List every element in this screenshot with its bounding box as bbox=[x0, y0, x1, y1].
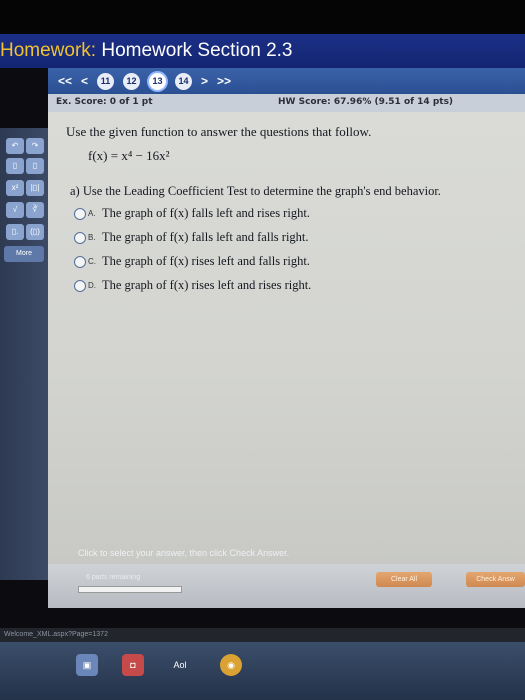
top-dark-bezel bbox=[0, 0, 525, 34]
instruction-hint: Click to select your answer, then click … bbox=[78, 548, 290, 558]
question-content: Use the given function to answer the que… bbox=[48, 112, 525, 580]
answer-choice-b[interactable]: B. The graph of f(x) falls left and fall… bbox=[74, 230, 309, 245]
redo-tool-icon[interactable]: ↷ bbox=[26, 138, 44, 154]
window-title-bar: Homework: Homework Section 2.3 bbox=[0, 34, 525, 68]
decimal-tool-icon[interactable]: ▯. bbox=[6, 224, 24, 240]
choice-text: The graph of f(x) falls left and falls r… bbox=[102, 230, 309, 244]
mixed-number-tool-icon[interactable]: ▯ bbox=[26, 158, 44, 174]
aol-icon[interactable]: Aol bbox=[166, 654, 194, 676]
answer-bottom-bar: 6 parts remaining Clear All Check Answ bbox=[48, 564, 525, 608]
fraction-tool-icon[interactable]: ▯ bbox=[6, 158, 24, 174]
parts-progress-bar bbox=[78, 586, 182, 593]
question-12-button[interactable]: 12 bbox=[123, 72, 141, 90]
math-tools-sidebar: ↶ ↷ ▯ ▯ x² |▯| √ ∛ ▯. (▯) More bbox=[0, 128, 48, 580]
question-nav-bar: << < 11 12 13 14 > >> bbox=[48, 68, 525, 94]
answer-choice-c[interactable]: C. The graph of f(x) rises left and fall… bbox=[74, 254, 310, 269]
radio-button-d[interactable] bbox=[74, 279, 86, 292]
answer-choice-a[interactable]: A. The graph of f(x) falls left and rise… bbox=[74, 206, 310, 221]
radio-button-c[interactable] bbox=[74, 255, 86, 268]
choice-text: The graph of f(x) rises left and falls r… bbox=[102, 254, 310, 268]
radio-button-a[interactable] bbox=[74, 207, 86, 220]
first-question-button[interactable]: << bbox=[58, 74, 72, 88]
clear-all-button[interactable]: Clear All bbox=[376, 572, 432, 587]
title-prefix: Homework: bbox=[0, 40, 97, 61]
choice-text: The graph of f(x) falls left and rises r… bbox=[102, 206, 310, 220]
nth-root-tool-icon[interactable]: ∛ bbox=[26, 202, 44, 218]
choice-letter: D. bbox=[88, 281, 96, 290]
question-13-button[interactable]: 13 bbox=[149, 72, 167, 90]
exercise-score: Ex. Score: 0 of 1 pt bbox=[56, 97, 153, 107]
exponent-tool-icon[interactable]: x² bbox=[6, 180, 24, 196]
sqrt-tool-icon[interactable]: √ bbox=[6, 202, 24, 218]
window-title: Homework Section 2.3 bbox=[101, 40, 293, 61]
choice-letter: C. bbox=[88, 257, 96, 266]
problem-instruction: Use the given function to answer the que… bbox=[66, 124, 372, 139]
browser-status-bar: Welcome_XML.aspx?Page=1372 bbox=[0, 628, 525, 642]
radio-button-b[interactable] bbox=[74, 231, 86, 244]
function-expression: f(x) = x⁴ − 16x² bbox=[88, 148, 170, 163]
choice-text: The graph of f(x) rises left and rises r… bbox=[102, 278, 312, 292]
next-question-button[interactable]: > bbox=[201, 74, 208, 88]
media-app-icon[interactable]: ◘ bbox=[122, 654, 144, 676]
parts-remaining: 6 parts remaining bbox=[86, 574, 141, 581]
check-answer-button[interactable]: Check Answ bbox=[466, 572, 525, 587]
prev-question-button[interactable]: < bbox=[81, 74, 88, 88]
chrome-browser-icon[interactable]: ◉ bbox=[220, 654, 242, 676]
score-bar: Ex. Score: 0 of 1 pt HW Score: 67.96% (9… bbox=[48, 94, 525, 112]
homework-score: HW Score: 67.96% (9.51 of 14 pts) bbox=[278, 97, 454, 107]
more-tools-button[interactable]: More bbox=[4, 246, 44, 262]
question-11-button[interactable]: 11 bbox=[97, 72, 115, 90]
windows-explorer-icon[interactable]: ▣ bbox=[76, 654, 98, 676]
interval-tool-icon[interactable]: (▯) bbox=[26, 224, 44, 240]
answer-choice-d[interactable]: D. The graph of f(x) rises left and rise… bbox=[74, 278, 311, 293]
absolute-value-tool-icon[interactable]: |▯| bbox=[26, 180, 44, 196]
os-taskbar: ▣ ◘ Aol ◉ bbox=[0, 642, 525, 700]
part-a-prompt: a) Use the Leading Coefficient Test to d… bbox=[70, 184, 441, 198]
choice-letter: A. bbox=[88, 209, 96, 218]
last-question-button[interactable]: >> bbox=[217, 74, 231, 88]
undo-tool-icon[interactable]: ↶ bbox=[6, 138, 24, 154]
choice-letter: B. bbox=[88, 233, 96, 242]
question-14-button[interactable]: 14 bbox=[175, 72, 193, 90]
